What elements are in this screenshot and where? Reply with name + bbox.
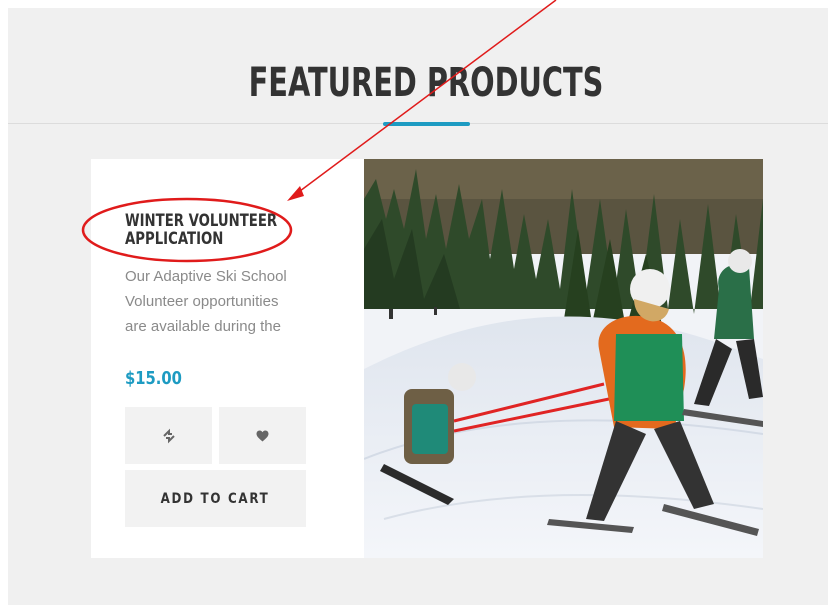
- description-line: are available during the: [125, 318, 281, 335]
- add-to-cart-button[interactable]: ADD TO CART: [125, 470, 306, 527]
- product-name-link[interactable]: WINTER VOLUNTEER APPLICATION: [125, 212, 281, 248]
- product-card: WINTER VOLUNTEER APPLICATION Our Adaptiv…: [91, 159, 763, 558]
- compare-arrows-icon: [162, 428, 175, 443]
- product-description: Our Adaptive Ski School Volunteer opport…: [125, 264, 325, 339]
- section-header: FEATURED PRODUCTS: [8, 8, 828, 124]
- featured-products-section: FEATURED PRODUCTS WINTER VOLUNTEER APPLI…: [8, 8, 828, 605]
- compare-button[interactable]: [125, 407, 212, 464]
- heart-icon: [256, 430, 269, 441]
- wishlist-button[interactable]: [219, 407, 306, 464]
- section-title: FEATURED PRODUCTS: [248, 60, 604, 106]
- product-name-line-1: WINTER VOLUNTEER: [125, 211, 278, 231]
- title-underline: [383, 122, 470, 126]
- product-price: $15.00: [125, 368, 182, 389]
- product-image[interactable]: [364, 159, 763, 558]
- description-line: Our Adaptive Ski School: [125, 268, 287, 285]
- product-name-line-2: APPLICATION: [125, 229, 224, 249]
- adaptive-ski-photo: [364, 159, 763, 558]
- description-line: Volunteer opportunities: [125, 293, 279, 310]
- add-to-cart-label: ADD TO CART: [161, 490, 270, 507]
- product-info: WINTER VOLUNTEER APPLICATION Our Adaptiv…: [91, 159, 364, 558]
